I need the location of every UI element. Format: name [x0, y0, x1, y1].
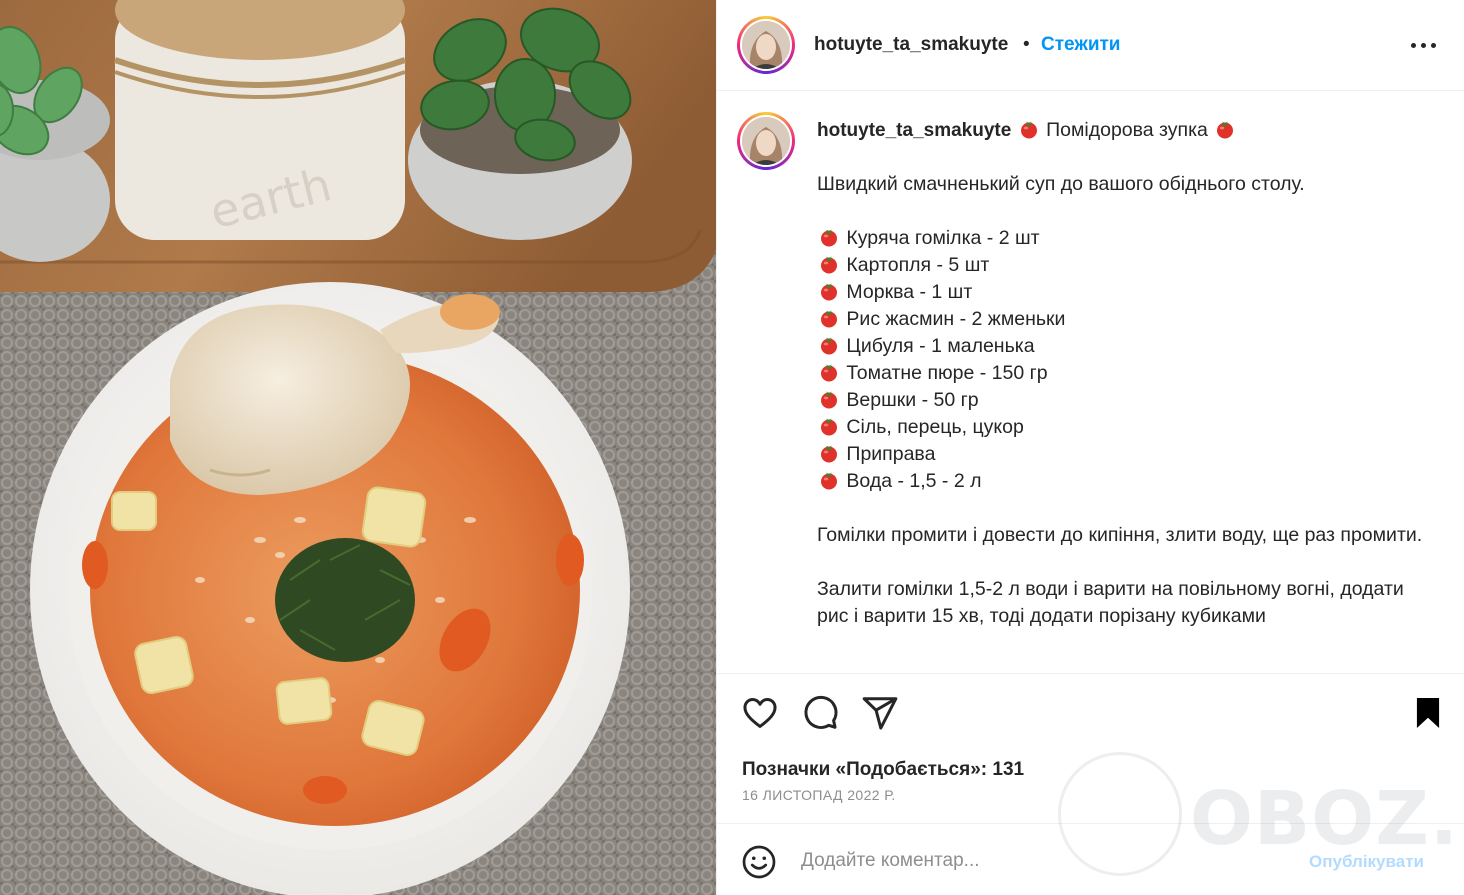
recipe-title: Помідорова зупка	[1046, 119, 1208, 141]
bookmark-icon[interactable]	[1409, 694, 1447, 732]
ingredient-text: Вершки - 50 гр	[846, 389, 979, 411]
post-side-panel: hotuyte_ta_smakuyte • Стежити hotuyte_ta…	[716, 0, 1464, 895]
caption-title-line: hotuyte_ta_smakuyte Помідорова зупка	[817, 117, 1437, 144]
ingredient-item: Томатне пюре - 150 гр	[817, 360, 1437, 387]
tomato-icon	[821, 445, 837, 463]
ingredient-item: Морква - 1 шт	[817, 279, 1437, 306]
ingredient-list: Куряча гомілка - 2 шт Картопля - 5 шт Мо…	[817, 225, 1437, 495]
tomato-icon	[821, 229, 837, 247]
caption-intro: Швидкий смачненький суп до вашого обіднь…	[817, 173, 1305, 195]
caption-avatar[interactable]	[737, 112, 795, 170]
follow-button[interactable]: Стежити	[1041, 34, 1120, 56]
ingredient-item: Вода - 1,5 - 2 л	[817, 468, 1437, 495]
ingredient-item: Картопля - 5 шт	[817, 252, 1437, 279]
more-options-icon[interactable]	[1409, 32, 1439, 58]
caption-section: hotuyte_ta_smakuyte Помідорова зупка Шви…	[717, 92, 1464, 672]
tomato-icon	[821, 364, 837, 382]
ingredient-text: Цибуля - 1 маленька	[846, 335, 1035, 357]
ingredient-text: Рис жасмин - 2 жменьки	[846, 308, 1066, 330]
ingredient-text: Морква - 1 шт	[846, 281, 973, 303]
avatar[interactable]	[737, 16, 795, 74]
share-icon[interactable]	[861, 694, 899, 732]
post-photo[interactable]: earth	[0, 0, 716, 895]
tomato-icon	[821, 418, 837, 436]
comment-bar: Опублікувати	[717, 823, 1464, 895]
ingredient-text: Сіль, перець, цукор	[846, 416, 1024, 438]
post-date[interactable]: 16 ЛИСТОПАД 2022 Р.	[742, 787, 896, 803]
ingredient-item: Приправа	[817, 441, 1437, 468]
comment-icon[interactable]	[801, 694, 839, 732]
tomato-icon	[821, 283, 837, 301]
heart-icon[interactable]	[741, 694, 779, 732]
emoji-icon[interactable]	[741, 844, 777, 880]
publish-button[interactable]: Опублікувати	[1309, 852, 1424, 872]
ingredient-item: Цибуля - 1 маленька	[817, 333, 1437, 360]
caption-step: Гомілки промити і довести до кипіння, зл…	[817, 524, 1423, 546]
comment-input[interactable]	[801, 846, 1281, 876]
ingredient-item: Рис жасмин - 2 жменьки	[817, 306, 1437, 333]
tomato-icon	[821, 337, 837, 355]
ingredient-text: Куряча гомілка - 2 шт	[846, 227, 1040, 249]
separator-dot: •	[1023, 34, 1030, 55]
action-bar: Позначки «Подобається»: 131 16 ЛИСТОПАД …	[717, 673, 1464, 823]
tomato-icon	[1020, 121, 1037, 139]
tomato-icon	[821, 472, 837, 490]
tomato-icon	[821, 256, 837, 274]
tomato-icon	[821, 310, 837, 328]
caption-text: hotuyte_ta_smakuyte Помідорова зупка Шви…	[817, 117, 1437, 630]
ingredient-text: Томатне пюре - 150 гр	[846, 362, 1048, 384]
ingredient-text: Картопля - 5 шт	[846, 254, 990, 276]
tomato-icon	[1217, 121, 1234, 139]
ingredient-item: Сіль, перець, цукор	[817, 414, 1437, 441]
caption-step: Залити гомілки 1,5-2 л води і варити на …	[817, 578, 1404, 627]
tomato-icon	[821, 391, 837, 409]
author-username[interactable]: hotuyte_ta_smakuyte	[814, 34, 1008, 56]
caption-username[interactable]: hotuyte_ta_smakuyte	[817, 120, 1011, 141]
post-header: hotuyte_ta_smakuyte • Стежити	[717, 0, 1464, 91]
likes-count[interactable]: Позначки «Подобається»: 131	[742, 759, 1024, 781]
ingredient-item: Куряча гомілка - 2 шт	[817, 225, 1437, 252]
ingredient-text: Вода - 1,5 - 2 л	[846, 470, 982, 492]
ingredient-text: Приправа	[846, 443, 936, 465]
ingredient-item: Вершки - 50 гр	[817, 387, 1437, 414]
